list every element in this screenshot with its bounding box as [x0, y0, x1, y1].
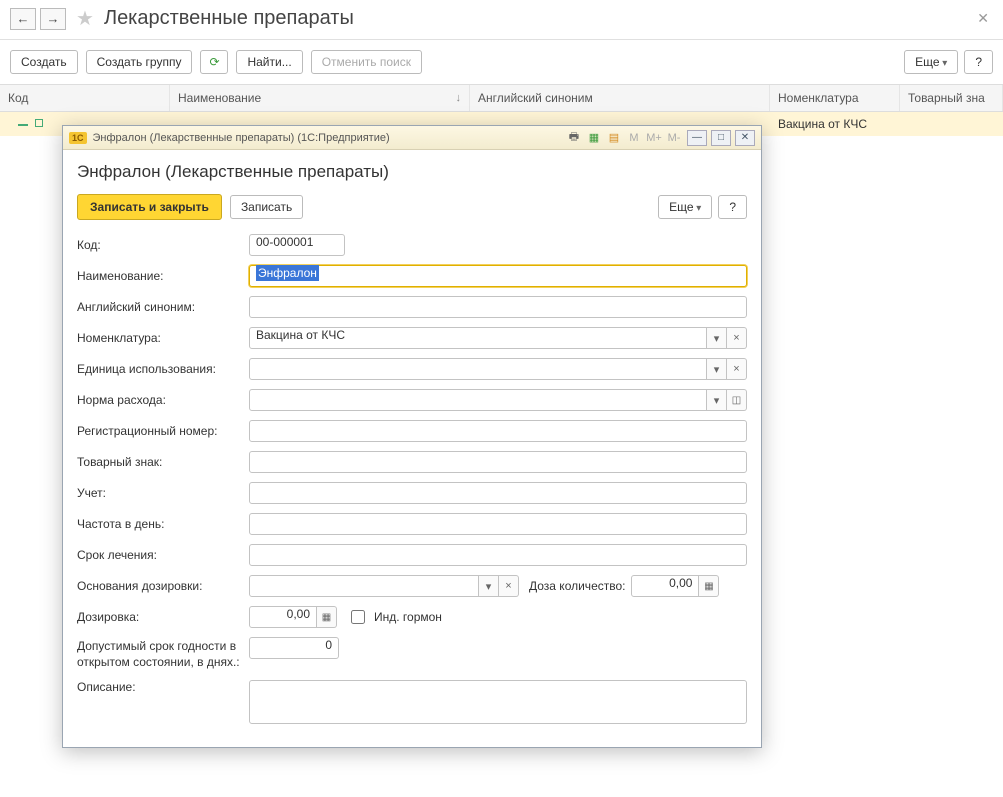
label-descr: Описание: [77, 680, 249, 694]
dialog-title: Энфралон (Лекарственные препараты) [77, 162, 747, 182]
duration-field[interactable] [249, 544, 747, 566]
help-button[interactable]: ? [964, 50, 993, 74]
nomenclature-field[interactable]: Вакцина от КЧС [249, 327, 707, 349]
nav-back-button[interactable]: ← [10, 8, 36, 30]
find-button[interactable]: Найти... [236, 50, 302, 74]
dialog-close-button[interactable]: ✕ [735, 130, 755, 146]
cancel-search-button: Отменить поиск [311, 50, 422, 74]
row-item-icon [35, 119, 43, 127]
dosage-calc-button[interactable] [317, 606, 337, 628]
label-reg: Регистрационный номер: [77, 424, 249, 438]
label-rate: Норма расхода: [77, 393, 249, 407]
shelf-life-field[interactable]: 0 [249, 637, 339, 659]
row-nom-cell: Вакцина от КЧС [770, 114, 900, 134]
ind-hormone-checkbox[interactable]: Инд. гормон [347, 607, 442, 627]
row-expand-icon [18, 124, 28, 126]
nav-forward-button[interactable]: → [40, 8, 66, 30]
unit-dropdown-button[interactable]: ▾ [707, 358, 727, 380]
col-tm[interactable]: Товарный зна [900, 85, 1003, 111]
label-name: Наименование: [77, 269, 249, 283]
label-dose-qty: Доза количество: [529, 579, 625, 593]
sort-indicator-icon: ↓ [456, 92, 462, 104]
calendar-icon[interactable]: ▤ [605, 130, 623, 146]
dose-quantity-calc-button[interactable] [699, 575, 719, 597]
memory-mplus-icon[interactable]: M+ [645, 130, 663, 146]
dosage-field[interactable]: 0,00 [249, 606, 317, 628]
dosage-basis-field[interactable] [249, 575, 479, 597]
table-header: Код Наименование ↓ Английский синоним Но… [0, 85, 1003, 112]
col-en[interactable]: Английский синоним [470, 85, 770, 111]
dialog-titlebar-text: Энфралон (Лекарственные препараты) (1С:П… [93, 132, 390, 144]
dialog-maximize-button[interactable]: □ [711, 130, 731, 146]
name-field[interactable]: Энфралон [249, 265, 747, 287]
col-name[interactable]: Наименование ↓ [170, 85, 470, 111]
dosage-basis-clear-button[interactable]: × [499, 575, 519, 597]
label-dose: Дозировка: [77, 610, 249, 624]
label-nom: Номенклатура: [77, 331, 249, 345]
label-code: Код: [77, 238, 249, 252]
registration-number-field[interactable] [249, 420, 747, 442]
trademark-field[interactable] [249, 451, 747, 473]
save-button[interactable]: Записать [230, 195, 303, 219]
label-tm: Товарный знак: [77, 455, 249, 469]
dialog-more-button[interactable]: Еще [658, 195, 712, 219]
label-account: Учет: [77, 486, 249, 500]
memory-m-icon[interactable]: M [625, 130, 643, 146]
description-field[interactable] [249, 680, 747, 724]
refresh-button[interactable]: ⟳ [200, 50, 228, 74]
nomenclature-dropdown-button[interactable]: ▾ [707, 327, 727, 349]
english-synonym-field[interactable] [249, 296, 747, 318]
ind-hormone-label: Инд. гормон [374, 610, 442, 624]
dialog-minimize-button[interactable]: — [687, 130, 707, 146]
account-field[interactable] [249, 482, 747, 504]
ind-hormone-checkbox-input[interactable] [351, 610, 365, 624]
page-close-icon[interactable]: ✕ [973, 6, 993, 31]
unit-field[interactable] [249, 358, 707, 380]
dialog-help-button[interactable]: ? [718, 195, 747, 219]
more-button[interactable]: Еще [904, 50, 958, 74]
label-shelf: Допустимый срок годности в открытом сост… [77, 637, 249, 670]
memory-mminus-icon[interactable]: M- [665, 130, 683, 146]
label-en: Английский синоним: [77, 300, 249, 314]
rate-dropdown-button[interactable]: ▾ [707, 389, 727, 411]
code-field[interactable]: 00-000001 [249, 234, 345, 256]
rate-open-button[interactable] [727, 389, 747, 411]
label-freq: Частота в день: [77, 517, 249, 531]
label-duration: Срок лечения: [77, 548, 249, 562]
unit-clear-button[interactable]: × [727, 358, 747, 380]
edit-dialog: 1C Энфралон (Лекарственные препараты) (1… [62, 125, 762, 748]
label-basis: Основания дозировки: [77, 579, 249, 593]
save-and-close-button[interactable]: Записать и закрыть [77, 194, 222, 220]
col-nom[interactable]: Номенклатура [770, 85, 900, 111]
rate-field[interactable] [249, 389, 707, 411]
create-group-button[interactable]: Создать группу [86, 50, 193, 74]
favorite-star-icon[interactable]: ★ [76, 6, 94, 31]
label-unit: Единица использования: [77, 362, 249, 376]
dose-quantity-field[interactable]: 0,00 [631, 575, 699, 597]
grid-icon[interactable]: ▦ [585, 130, 603, 146]
col-code[interactable]: Код [0, 85, 170, 111]
create-button[interactable]: Создать [10, 50, 78, 74]
refresh-icon: ⟳ [209, 55, 219, 69]
frequency-field[interactable] [249, 513, 747, 535]
print-preview-icon[interactable]: 🖶 [565, 130, 583, 146]
app-1c-icon: 1C [69, 132, 87, 144]
dosage-basis-dropdown-button[interactable]: ▾ [479, 575, 499, 597]
page-title: Лекарственные препараты [104, 7, 354, 30]
nomenclature-clear-button[interactable]: × [727, 327, 747, 349]
